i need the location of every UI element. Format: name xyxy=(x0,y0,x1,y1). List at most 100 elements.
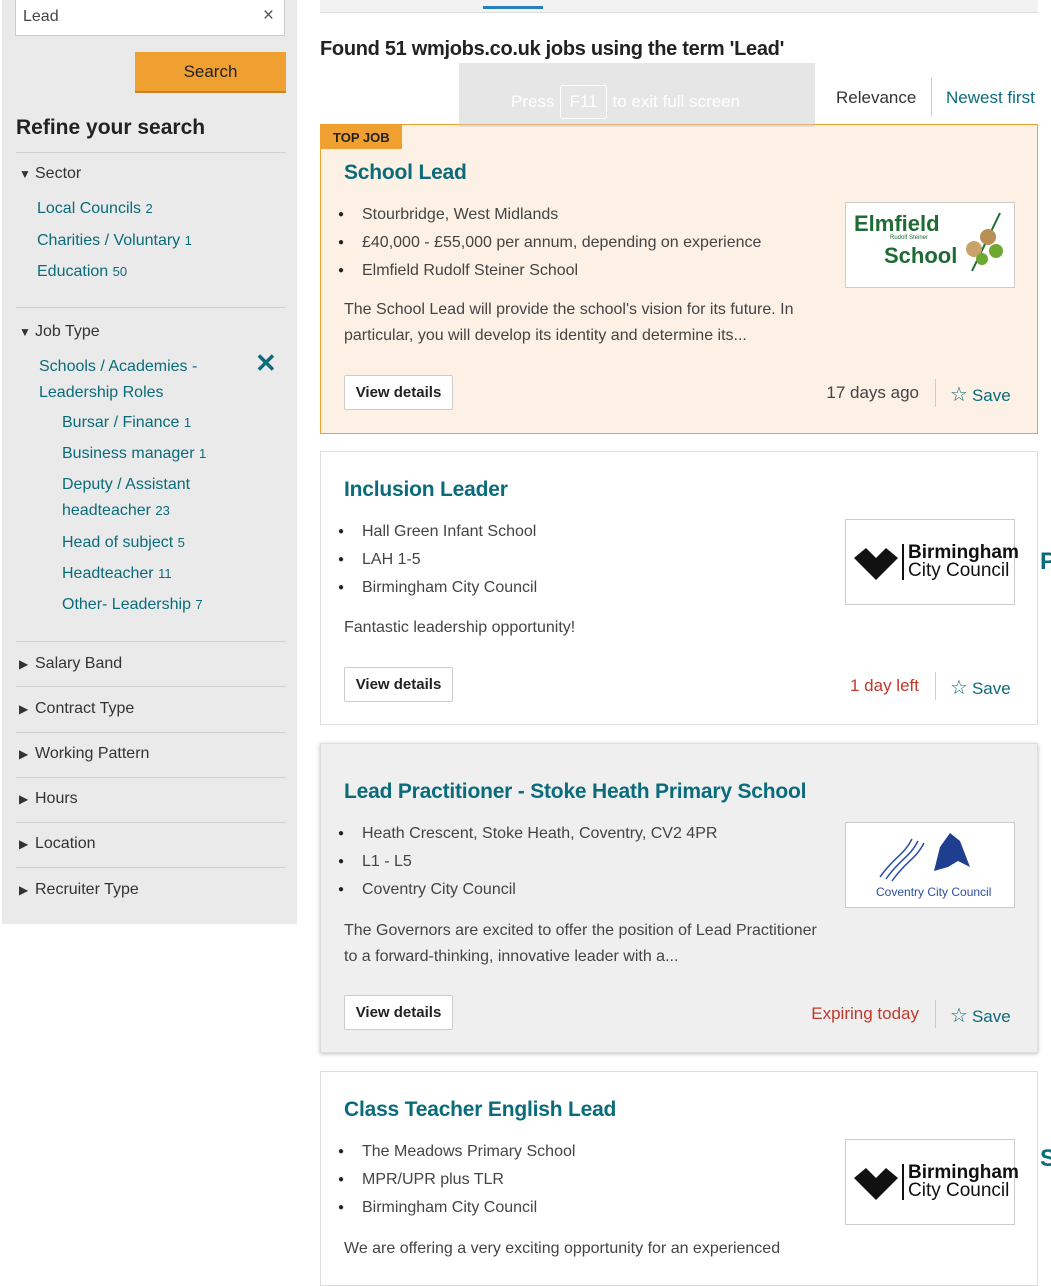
job-location: The Meadows Primary School xyxy=(338,1138,575,1166)
facet-salary-band[interactable]: ▶ Salary Band xyxy=(19,655,122,673)
f11-key: F11 xyxy=(560,85,607,119)
job-title-link[interactable]: Class Teacher English Lead xyxy=(344,1098,616,1122)
save-job-button[interactable]: ☆ Save xyxy=(950,675,1011,700)
caret-right-icon: ▶ xyxy=(19,837,29,851)
job-details-list: Heath Crescent, Stoke Heath, Coventry, C… xyxy=(338,820,717,904)
facet-item-business-manager[interactable]: Business manager 1 xyxy=(62,441,206,467)
employer-logo[interactable]: Elmfield Rudolf Steiner School xyxy=(845,202,1015,288)
divider xyxy=(16,867,286,868)
job-title-link[interactable]: School Lead xyxy=(344,161,467,185)
facet-item-charities[interactable]: Charities / Voluntary 1 xyxy=(37,228,192,254)
facet-item-other-leadership[interactable]: Other- Leadership 7 xyxy=(62,592,203,618)
facet-count: 1 xyxy=(198,446,207,461)
facet-recruiter-type[interactable]: ▶ Recruiter Type xyxy=(19,881,139,899)
facet-item-label: Bursar / Finance xyxy=(62,414,180,431)
facet-count: 5 xyxy=(177,535,185,550)
job-card: Inclusion Leader Hall Green Infant Schoo… xyxy=(320,451,1038,725)
facet-label: Sector xyxy=(35,165,82,182)
closing-status: Expiring today xyxy=(811,1004,919,1023)
facet-label: Working Pattern xyxy=(35,745,150,762)
job-employer: Coventry City Council xyxy=(338,876,717,904)
caret-right-icon: ▶ xyxy=(19,792,29,806)
divider xyxy=(935,379,936,407)
facet-sector[interactable]: ▼ Sector xyxy=(19,165,81,183)
view-details-button[interactable]: View details xyxy=(344,995,453,1030)
facet-count: 11 xyxy=(158,566,172,581)
search-input-value: Lead xyxy=(23,8,59,25)
facet-item-label: Deputy / Assistant headteacher xyxy=(62,476,191,519)
facet-label: Recruiter Type xyxy=(35,881,139,898)
save-job-button[interactable]: ☆ Save xyxy=(950,382,1011,407)
job-details-list: The Meadows Primary School MPR/UPR plus … xyxy=(338,1138,575,1222)
job-description: Fantastic leadership opportunity! xyxy=(344,619,576,636)
selected-filter-label: Schools / Academies - Leadership Roles xyxy=(39,358,198,401)
facet-label: Location xyxy=(35,835,96,852)
facet-contract-type[interactable]: ▶ Contract Type xyxy=(19,700,134,718)
job-location: Hall Green Infant School xyxy=(338,518,537,546)
star-icon: ☆ xyxy=(950,677,968,699)
facet-count: 1 xyxy=(184,233,192,248)
job-description: The Governors are excited to offer the p… xyxy=(344,922,817,965)
employer-logo[interactable]: Birmingham City Council xyxy=(845,519,1019,605)
facet-hours[interactable]: ▶ Hours xyxy=(19,790,78,808)
job-description: The School Lead will provide the school'… xyxy=(344,301,794,344)
divider xyxy=(16,822,286,823)
job-description: We are offering a very exciting opportun… xyxy=(344,1240,781,1257)
facet-label: Hours xyxy=(35,790,78,807)
star-icon: ☆ xyxy=(950,384,968,406)
remove-filter-icon[interactable]: ✕ xyxy=(255,348,277,379)
fullscreen-notice: Press F11 to exit full screen xyxy=(459,63,815,127)
sort-relevance[interactable]: Relevance xyxy=(836,88,916,108)
job-location: Stourbridge, West Midlands xyxy=(338,201,761,229)
search-button[interactable]: Search xyxy=(135,52,286,93)
facet-label: Job Type xyxy=(35,323,100,340)
closing-status: 1 day left xyxy=(850,676,919,695)
job-details-list: Hall Green Infant School LAH 1-5 Birming… xyxy=(338,518,537,602)
clear-icon[interactable]: × xyxy=(263,5,274,27)
divider xyxy=(931,78,932,116)
job-salary: MPR/UPR plus TLR xyxy=(338,1166,575,1194)
save-job-button[interactable]: ☆ Save xyxy=(950,1003,1011,1028)
employer-logo[interactable]: Coventry City Council xyxy=(845,822,1015,908)
logo-text: Birmingham City Council xyxy=(902,543,1019,580)
employer-logo[interactable]: Birmingham City Council xyxy=(845,1139,1019,1225)
job-card: TOP JOB School Lead Stourbridge, West Mi… xyxy=(320,124,1038,434)
job-card: Lead Practitioner - Stoke Heath Primary … xyxy=(320,743,1038,1053)
logo-text: Birmingham City Council xyxy=(902,1163,1019,1200)
facet-item-deputy-headteacher[interactable]: Deputy / Assistant headteacher 23 xyxy=(62,472,232,524)
facet-item-label: Headteacher xyxy=(62,565,154,582)
job-card: Class Teacher English Lead The Meadows P… xyxy=(320,1071,1038,1286)
refine-sidebar: Lead × Search Refine your search ▼ Sector… xyxy=(2,0,297,924)
logo-text: School xyxy=(884,243,958,268)
search-input[interactable]: Lead × xyxy=(15,0,285,36)
divider xyxy=(16,732,286,733)
facet-item-headteacher[interactable]: Headteacher 11 xyxy=(62,561,172,587)
facet-item-local-councils[interactable]: Local Councils 2 xyxy=(37,196,153,222)
caret-right-icon: ▶ xyxy=(19,657,29,671)
logo-text: Rudolf Steiner xyxy=(890,235,929,241)
facet-item-education[interactable]: Education 50 xyxy=(37,259,127,285)
facet-working-pattern[interactable]: ▶ Working Pattern xyxy=(19,745,149,763)
facet-location[interactable]: ▶ Location xyxy=(19,835,96,853)
job-title-link[interactable]: Lead Practitioner - Stoke Heath Primary … xyxy=(344,780,806,804)
logo-text: Elmfield xyxy=(854,211,940,236)
refine-title: Refine your search xyxy=(16,116,206,139)
facet-count: 1 xyxy=(183,415,192,430)
divider xyxy=(16,777,286,778)
job-employer: Elmfield Rudolf Steiner School xyxy=(338,257,761,285)
job-employer: Birmingham City Council xyxy=(338,574,537,602)
view-details-button[interactable]: View details xyxy=(344,667,453,702)
sort-newest-first[interactable]: Newest first xyxy=(946,88,1035,108)
active-tab-indicator xyxy=(483,6,543,9)
facet-item-head-of-subject[interactable]: Head of subject 5 xyxy=(62,530,185,556)
job-title-link[interactable]: Inclusion Leader xyxy=(344,478,508,502)
facet-item-bursar[interactable]: Bursar / Finance 1 xyxy=(62,410,191,436)
facet-item-label: Other- Leadership xyxy=(62,596,191,613)
facet-job-type[interactable]: ▼ Job Type xyxy=(19,323,100,341)
facet-item-label: Education xyxy=(37,263,109,280)
facet-item-label: Head of subject xyxy=(62,534,174,551)
logo-text: Coventry City Council xyxy=(876,885,992,899)
caret-right-icon: ▶ xyxy=(19,747,29,761)
view-details-button[interactable]: View details xyxy=(344,375,453,410)
offscreen-heading-fragment: P xyxy=(1040,548,1051,575)
